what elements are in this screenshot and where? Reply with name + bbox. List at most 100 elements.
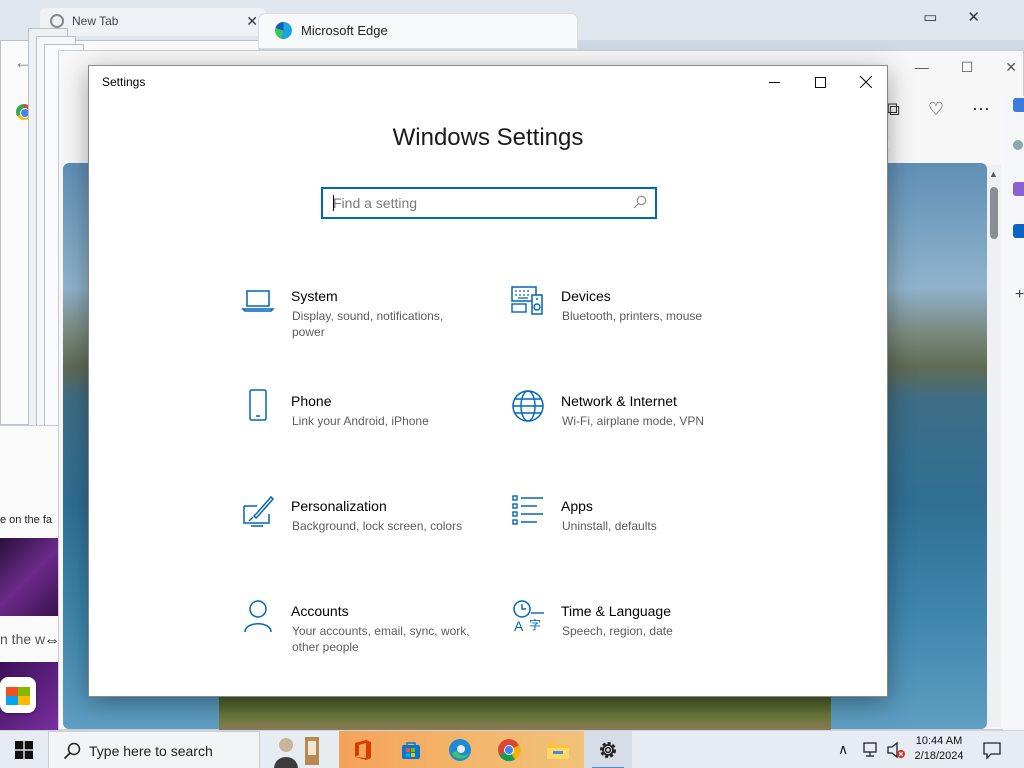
copilot-icon[interactable] [1013,98,1024,112]
search-input[interactable] [331,193,621,213]
network-icon[interactable] [862,741,880,759]
apps-list-icon [512,495,543,525]
text-caret [333,195,334,211]
scroll-thumb[interactable] [990,187,998,239]
category-personalization[interactable]: Personalization Background, lock screen,… [241,494,481,574]
search-icon[interactable] [633,195,647,209]
office-icon [355,740,371,760]
store-icon [402,742,420,759]
health-icon[interactable]: ♡ [928,99,944,120]
svg-text:A: A [514,618,524,633]
search-icon[interactable] [1013,140,1023,150]
close-icon[interactable]: ✕ [246,13,258,30]
category-description: Display, sound, notifications, power [292,309,444,339]
clock-date: 2/18/2024 [914,750,964,762]
edge-sidebar: + [1003,96,1024,730]
keyboard-speaker-icon [511,286,543,315]
start-button[interactable] [0,731,48,768]
category-description: Your accounts, email, sync, work, other … [292,624,470,654]
category-system[interactable]: System Display, sound, notifications, po… [241,284,481,364]
background-window-controls[interactable]: — ☐ ✕ [915,59,1017,76]
taskbar-chrome[interactable] [485,731,533,768]
settings-search-box[interactable] [321,187,657,219]
category-description: Background, lock screen, colors [292,519,463,533]
outlook-icon[interactable] [1013,224,1024,238]
time-language-icon: A 字 [513,600,544,633]
category-network-internet[interactable]: Network & Internet Wi-Fi, airplane mode,… [511,389,751,469]
windows-logo-icon [15,741,33,759]
phone-icon [249,389,267,421]
background-window-controls[interactable]: ▭✕ [923,8,1010,26]
background-photo [219,697,831,730]
page-title: Windows Settings [392,124,584,151]
category-accounts[interactable]: Accounts Your accounts, email, sync, wor… [241,599,481,679]
maximize-icon [814,76,826,88]
category-devices[interactable]: Devices Bluetooth, printers, mouse [511,284,751,364]
partial-text: e on the fa [0,514,52,526]
taskbar-office[interactable] [339,731,387,768]
title-bar[interactable]: Settings [89,66,887,98]
category-description: Uninstall, defaults [562,519,657,533]
folder-icon [547,743,569,759]
paint-icon [243,495,275,527]
category-time-language[interactable]: A 字 Time & Language Speech, region, date [511,599,751,679]
globe-icon [50,14,64,28]
taskbar-search-box[interactable]: Type here to search [48,731,260,768]
close-icon[interactable]: ✕ [1005,59,1017,76]
more-icon[interactable]: ⋯ [972,99,990,120]
add-icon[interactable]: + [1015,286,1024,303]
resize-cursor-icon: ⇔ [44,632,60,649]
svg-text:字: 字 [529,617,541,632]
category-title: Accounts [291,603,349,619]
action-center-icon[interactable] [982,740,1002,760]
category-title: Devices [561,288,611,304]
clock[interactable]: 10:44 AM 2/18/2024 [906,734,972,764]
taskbar-file-explorer[interactable] [534,731,582,768]
background-tab-new-tab[interactable]: New Tab ✕ [40,8,266,36]
minimize-button[interactable] [751,66,797,98]
taskbar-store[interactable] [387,731,435,768]
scroll-up-icon[interactable]: ▲ [989,169,998,179]
taskbar: Type here to search ∧ 10:44 AM 2/18/2024 [0,730,1024,768]
taskbar-settings[interactable] [584,731,632,768]
clock-time: 10:44 AM [915,735,963,747]
show-hidden-icons-button[interactable]: ∧ [838,741,848,758]
category-title: Time & Language [561,603,671,619]
background-tab-title: New Tab [72,14,119,28]
person-icon [244,600,272,633]
category-title: Network & Internet [561,393,677,409]
maximize-button[interactable] [797,66,843,98]
search-highlight-image[interactable] [262,731,332,768]
edge-icon [275,22,292,39]
taskbar-edge[interactable] [436,731,484,768]
volume-muted-icon[interactable] [886,741,906,759]
partial-text: n the w [0,631,46,647]
scrollbar[interactable]: ▲ [987,165,1001,727]
category-apps[interactable]: Apps Uninstall, defaults [511,494,751,574]
browser-toolbar: ⧉ ♡ ⋯ [887,99,990,120]
category-description: Speech, region, date [562,624,673,638]
category-title: System [291,288,338,304]
edge-window-tab[interactable]: Microsoft Edge [258,13,578,49]
search-icon [63,742,81,760]
category-description: Bluetooth, printers, mouse [562,309,703,323]
store-bag-icon[interactable] [0,677,36,713]
category-description: Wi-Fi, airplane mode, VPN [562,414,705,428]
laptop-icon [241,290,275,312]
collections-icon[interactable]: ⧉ [887,99,900,120]
category-title: Phone [291,393,332,409]
maximize-icon[interactable]: ☐ [961,59,974,76]
thumbnail-image[interactable] [0,538,58,616]
settings-window: Settings Windows Settings System Display… [88,65,888,697]
taskbar-search-text: Type here to search [89,743,213,759]
edge-tab-title: Microsoft Edge [301,23,388,38]
category-title: Personalization [291,498,387,514]
teams-icon[interactable] [1013,182,1024,196]
minimize-icon [768,81,780,83]
close-button[interactable] [843,66,889,98]
category-phone[interactable]: Phone Link your Android, iPhone [241,389,481,469]
category-description: Link your Android, iPhone [292,414,429,428]
minimize-icon[interactable]: — [915,59,929,76]
window-title: Settings [102,75,146,89]
chrome-icon [498,739,521,762]
